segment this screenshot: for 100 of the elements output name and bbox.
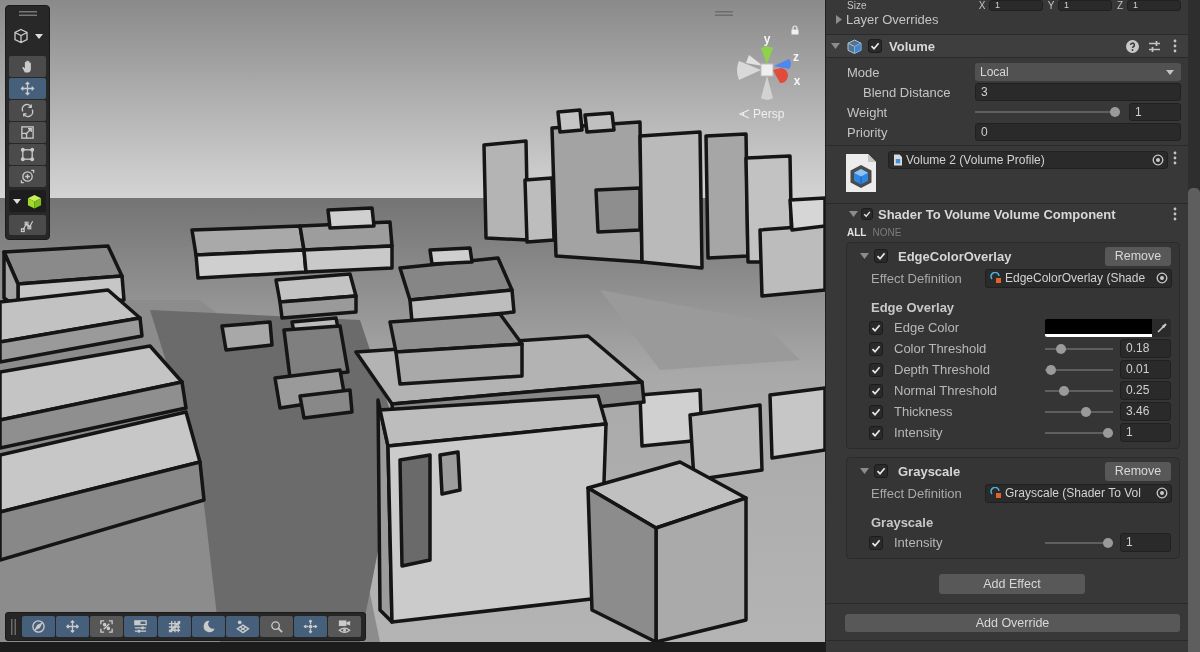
axis-label: y [763, 32, 771, 46]
crescent-icon [201, 619, 216, 634]
foldout-arrow-icon[interactable] [836, 15, 842, 24]
checkbox[interactable] [869, 404, 883, 419]
slider-thumb[interactable] [1103, 537, 1113, 548]
checkbox[interactable] [869, 425, 883, 440]
foldout-arrow-icon[interactable] [849, 211, 858, 217]
number-field[interactable]: 0.01 [1120, 360, 1171, 379]
overlay-toggle-button[interactable] [90, 616, 123, 637]
tool-button[interactable] [9, 144, 46, 165]
slider-thumb[interactable] [1058, 385, 1069, 396]
property-label: Thickness [894, 404, 954, 419]
number-field[interactable]: 1 [1127, 0, 1181, 11]
number-field[interactable]: 0 [975, 123, 1181, 141]
component-title: Volume [889, 38, 936, 54]
grip-icon[interactable] [11, 618, 16, 635]
target-icon[interactable] [1156, 272, 1168, 284]
number-field[interactable]: 0.18 [1120, 339, 1171, 358]
number-field[interactable]: 1 [1120, 533, 1171, 552]
overlay-toggle-button[interactable] [260, 616, 293, 637]
checkbox[interactable] [869, 535, 883, 550]
presets-icon[interactable] [1148, 39, 1161, 53]
grip-icon[interactable] [18, 11, 37, 16]
checkbox[interactable] [869, 383, 883, 398]
more-icon[interactable] [1173, 151, 1177, 165]
overlay-toggle-button[interactable] [124, 616, 157, 637]
checkmark-icon [876, 466, 886, 476]
number-field[interactable]: 1 [1058, 0, 1112, 11]
foldout-label[interactable]: Layer Overrides [846, 12, 939, 27]
checkmark-icon [871, 385, 881, 396]
property-label: Color Threshold [894, 341, 988, 356]
diamond-grid-icon [235, 619, 250, 634]
add-override-button[interactable]: Add Override [845, 614, 1180, 632]
select-all-link[interactable]: ALL [847, 226, 867, 238]
checkbox[interactable] [874, 249, 888, 263]
dropdown[interactable]: Local [975, 63, 1181, 81]
overlay-toggle-button[interactable] [226, 616, 259, 637]
more-icon[interactable] [1173, 39, 1177, 53]
checkbox[interactable] [869, 341, 883, 356]
property-label: Mode [847, 64, 881, 80]
tool-button[interactable] [9, 122, 46, 143]
property-label: Priority [847, 124, 889, 140]
cube-icon [847, 38, 862, 54]
object-field[interactable]: Grayscale (Shader To Vol [985, 483, 1172, 503]
foldout-arrow-icon[interactable] [860, 253, 869, 259]
scrollbar-track[interactable] [1188, 0, 1200, 652]
slider-thumb[interactable] [1110, 107, 1120, 117]
number-field[interactable]: 0.25 [1120, 381, 1171, 400]
overlay-toggle-button[interactable] [192, 616, 225, 637]
object-field[interactable]: Volume 2 (Volume Profile) [888, 151, 1168, 169]
color-swatch[interactable] [1045, 318, 1152, 337]
tool-button[interactable] [9, 100, 46, 121]
slider-thumb[interactable] [1045, 364, 1056, 375]
foldout-arrow-icon[interactable] [860, 468, 869, 474]
scrollbar-thumb[interactable] [1188, 188, 1200, 652]
axis-label: z [793, 50, 799, 64]
eyedropper-button[interactable] [1152, 318, 1171, 337]
number-field[interactable]: 1 [1129, 103, 1181, 121]
checkbox[interactable] [869, 362, 883, 377]
checkbox[interactable] [869, 320, 883, 335]
lock-icon[interactable] [791, 25, 799, 35]
remove-button[interactable]: Remove [1105, 246, 1171, 266]
number-field[interactable]: 1 [989, 0, 1043, 11]
checkmark-icon [871, 322, 881, 333]
remove-button[interactable]: Remove [1105, 461, 1171, 481]
grip-icon[interactable] [715, 11, 733, 16]
property-label: Size [847, 0, 868, 11]
axis-label: x [793, 74, 801, 88]
axis-label: Y [1046, 0, 1056, 11]
overlay-toggle-button[interactable] [158, 616, 191, 637]
block [220, 320, 274, 352]
checkbox[interactable] [861, 208, 873, 220]
slider-thumb[interactable] [1080, 406, 1091, 417]
checkbox[interactable] [874, 464, 888, 478]
add-effect-button[interactable]: Add Effect [939, 574, 1085, 594]
tool-button[interactable] [9, 166, 46, 187]
number-field[interactable]: 1 [1120, 423, 1171, 442]
overlay-toggle-button[interactable] [56, 616, 89, 637]
property-label: Intensity [894, 535, 944, 550]
tool-button[interactable] [9, 56, 46, 77]
overlay-toggle-button[interactable] [328, 616, 361, 637]
object-field[interactable]: EdgeColorOverlay (Shade [985, 268, 1172, 288]
target-icon[interactable] [1152, 154, 1164, 166]
help-icon[interactable] [1126, 39, 1139, 53]
slider-thumb[interactable] [1056, 343, 1066, 354]
section-heading: Edge Overlay [871, 299, 955, 315]
tool-button[interactable] [9, 78, 46, 99]
slider-thumb[interactable] [1103, 427, 1113, 438]
overlay-toggle-button[interactable] [22, 616, 55, 637]
path-tool-button[interactable] [9, 215, 46, 235]
dots-cross-icon [303, 619, 318, 634]
more-icon[interactable] [1173, 207, 1177, 221]
property-label: Intensity [894, 425, 944, 440]
tool-dropdown[interactable] [9, 190, 46, 212]
checkbox[interactable] [868, 39, 882, 53]
foldout-arrow-icon[interactable] [831, 43, 840, 49]
number-field[interactable]: 3.46 [1120, 402, 1171, 421]
number-field[interactable]: 3 [975, 83, 1181, 101]
target-icon[interactable] [1156, 487, 1168, 499]
overlay-toggle-button[interactable] [294, 616, 327, 637]
